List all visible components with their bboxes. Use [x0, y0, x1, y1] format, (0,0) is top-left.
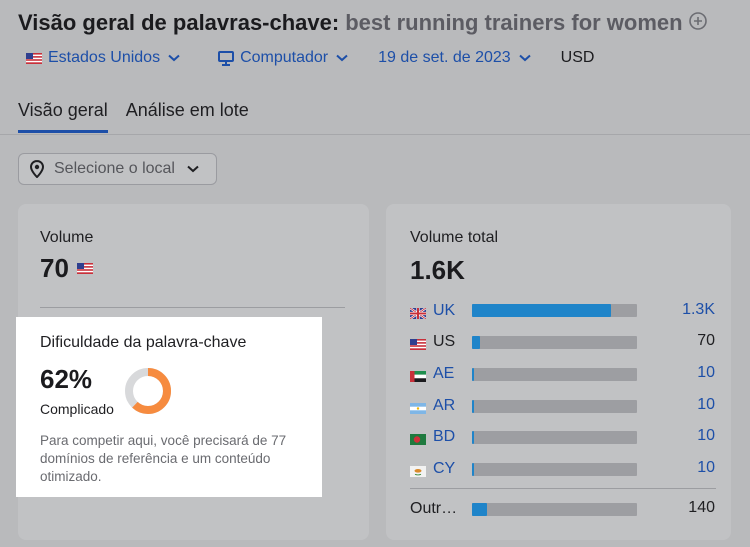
country-bar-track: [472, 336, 637, 349]
us-flag-icon: [410, 337, 426, 350]
keyword-difficulty-panel: Dificuldade da palavra-chave 62% Complic…: [16, 317, 322, 497]
total-volume-label: Volume total: [410, 229, 499, 246]
map-pin-icon: [29, 160, 45, 178]
country-volume[interactable]: 1.3K: [682, 301, 715, 319]
location-select-placeholder: Selecione o local: [54, 160, 175, 177]
tabs: Visão geral Análise em lote: [18, 100, 267, 133]
country-bar-track: [472, 463, 637, 476]
title-row: Visão geral de palavras-chave: best runni…: [18, 10, 707, 36]
us-flag-icon: [76, 263, 93, 274]
country-bar: [472, 463, 475, 476]
volume-value-row: 70: [40, 253, 93, 284]
country-bar: [472, 431, 475, 444]
country-volume[interactable]: 10: [697, 427, 715, 445]
country-row-others: Outr…: [410, 499, 470, 519]
chevron-down-icon: [168, 54, 180, 62]
cy-flag-icon: [410, 464, 426, 477]
country-row-ae[interactable]: AE: [410, 364, 473, 384]
volume-label: Volume: [40, 229, 94, 246]
currency-label: USD: [560, 49, 595, 66]
country-bar-track: [472, 304, 637, 317]
country-volume[interactable]: 10: [697, 364, 715, 382]
country-bar: [472, 400, 475, 413]
country-bar: [472, 304, 611, 317]
country-code: UK: [433, 302, 456, 319]
country-bar-track: [472, 400, 637, 413]
keyword-difficulty-percent: 62%: [40, 364, 93, 394]
country-row-uk[interactable]: UK: [409, 301, 473, 321]
chevron-down-icon: [187, 165, 199, 173]
page-header: Visão geral de palavras-chave: best runni…: [0, 0, 750, 135]
ar-flag-icon: [410, 401, 426, 414]
location-select[interactable]: Selecione o local: [18, 153, 217, 185]
country-row-us: US: [410, 332, 473, 352]
filters-bar: Estados Unidos Computador 19 de set. de …: [18, 49, 594, 67]
country-code: CY: [433, 460, 456, 477]
country-row-bd[interactable]: BD: [410, 427, 473, 447]
difficulty-donut-chart: [125, 368, 171, 414]
volume-value: 70: [40, 253, 69, 283]
tab-bulk-analysis[interactable]: Análise em lote: [126, 100, 249, 133]
date-filter[interactable]: 19 de set. de 2023: [378, 49, 531, 67]
country-bar: [472, 368, 475, 381]
chevron-down-icon: [519, 54, 531, 62]
ae-flag-icon: [410, 369, 426, 382]
country-volume[interactable]: 10: [697, 396, 715, 414]
country-bar-track: [472, 368, 637, 381]
uk-flag-icon: [409, 306, 427, 320]
country-bar: [472, 503, 487, 516]
others-divider: [410, 488, 716, 489]
keyword-difficulty-description: Para competir aqui, você precisará de 77…: [40, 433, 287, 484]
device-filter[interactable]: Computador: [210, 49, 348, 67]
others-label: Outr…: [410, 500, 458, 517]
add-keyword-icon[interactable]: [688, 12, 707, 35]
tab-overview[interactable]: Visão geral: [18, 100, 108, 133]
country-filter[interactable]: Estados Unidos: [18, 49, 180, 67]
country-bar: [472, 336, 481, 349]
card-divider: [40, 307, 345, 308]
keyword-difficulty-level: Complicado: [40, 401, 114, 417]
country-row-ar[interactable]: AR: [410, 396, 473, 416]
country-filter-label: Estados Unidos: [48, 49, 161, 66]
header-divider: [0, 134, 750, 135]
us-flag-icon: [18, 52, 42, 64]
country-volume[interactable]: 10: [697, 459, 715, 477]
device-filter-label: Computador: [240, 49, 329, 66]
date-filter-label: 19 de set. de 2023: [378, 49, 511, 66]
bd-flag-icon: [410, 432, 426, 445]
country-bar-track: [472, 431, 637, 444]
country-code: AE: [433, 365, 455, 382]
country-code: BD: [433, 428, 456, 445]
desktop-icon: [210, 50, 235, 66]
country-code: US: [433, 333, 456, 350]
total-volume-value: 1.6K: [410, 255, 465, 285]
chevron-down-icon: [336, 54, 348, 62]
country-bar-track: [472, 503, 637, 516]
total-volume-card: Volume total 1.6K UK 1.3K US 70 AE 10 AR…: [386, 204, 731, 540]
others-volume: 140: [688, 499, 715, 516]
country-volume: 70: [697, 332, 715, 349]
keyword-title: best running trainers for women: [345, 10, 683, 35]
country-row-cy[interactable]: CY: [410, 459, 473, 479]
page-title: Visão geral de palavras-chave:: [18, 10, 340, 35]
keyword-difficulty-title: Dificuldade da palavra-chave: [40, 334, 247, 351]
country-code: AR: [433, 397, 456, 414]
